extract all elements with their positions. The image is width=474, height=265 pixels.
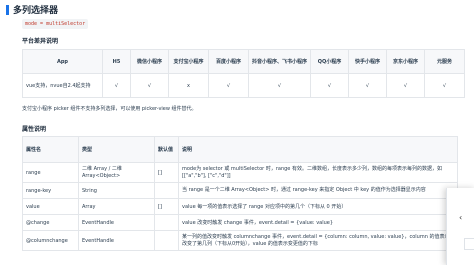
platform-cell: √ bbox=[208, 73, 249, 98]
platform-header-row: App H5 微信小程序 支付宝小程序 百度小程序 抖音小程序、飞书小程序 QQ… bbox=[22, 49, 465, 74]
page-title: 多列选择器 bbox=[13, 6, 59, 16]
table-row: range-key String 当 range 是一个二维 Array<Obj… bbox=[22, 182, 458, 199]
attr-type: EventHandle bbox=[78, 230, 155, 251]
floating-side-panel[interactable]: ‹ bbox=[446, 188, 474, 265]
platform-col-header: 百度小程序 bbox=[208, 49, 249, 74]
attr-default bbox=[154, 214, 179, 231]
attr-desc: value 改变时触发 change 事件，event.detail = {va… bbox=[178, 214, 458, 231]
platform-col-header: QQ小程序 bbox=[310, 49, 349, 74]
attributes-table: 属性名 类型 默认值 说明 range 二维 Array / 二维 Array<… bbox=[22, 136, 458, 251]
side-toggle-button[interactable] bbox=[464, 238, 474, 250]
platform-col-header: 支付宝小程序 bbox=[168, 49, 209, 74]
platform-cell: x bbox=[168, 73, 209, 98]
page-title-row: 多列选择器 bbox=[6, 3, 58, 16]
attr-desc: value 每一项的值表示选择了 range 对应项中的第几个（下标从 0 开始… bbox=[178, 198, 458, 215]
platform-support-row: vue支持，nvue自2.4起支持 √ √ x √ √ √ √ √ √ bbox=[22, 73, 465, 98]
mode-code-snippet: mode = multiSelector bbox=[22, 19, 89, 29]
attr-col-header: 属性名 bbox=[22, 136, 79, 163]
platform-col-header: 京东小程序 bbox=[386, 49, 425, 74]
attr-col-header: 类型 bbox=[78, 136, 155, 163]
platform-cell: √ bbox=[130, 73, 169, 98]
platform-cell: √ bbox=[386, 73, 425, 98]
table-row: range 二维 Array / 二维 Array<Object> [] mod… bbox=[22, 162, 458, 183]
platform-cell: vue支持，nvue自2.4起支持 bbox=[22, 73, 103, 98]
attr-desc: 某一列的值改变时触发 columnchange 事件，event.detail … bbox=[178, 230, 458, 251]
platform-cell: √ bbox=[248, 73, 311, 98]
platform-col-header: H5 bbox=[102, 49, 131, 74]
attr-desc: mode为 selector 或 multiSelector 时，range 有… bbox=[178, 162, 458, 183]
platform-cell: √ bbox=[310, 73, 349, 98]
attr-col-header: 默认值 bbox=[154, 136, 179, 163]
attr-type: Array bbox=[78, 198, 155, 215]
attr-type: EventHandle bbox=[78, 214, 155, 231]
attr-default bbox=[154, 230, 179, 251]
attr-default: [] bbox=[154, 162, 179, 183]
table-row: value Array [] value 每一项的值表示选择了 range 对应… bbox=[22, 198, 458, 215]
alipay-note: 支付宝小程序 picker 组件不支持多列选择，可以使用 picker-view… bbox=[22, 106, 197, 112]
attr-name: @change bbox=[22, 214, 79, 231]
platform-col-header: 微信小程序 bbox=[130, 49, 169, 74]
attr-default: [] bbox=[154, 198, 179, 215]
attr-section-title: 属性说明 bbox=[22, 126, 47, 133]
platform-col-header: 抖音小程序、飞书小程序 bbox=[248, 49, 311, 74]
attr-type: String bbox=[78, 182, 155, 199]
platform-table: App H5 微信小程序 支付宝小程序 百度小程序 抖音小程序、飞书小程序 QQ… bbox=[22, 49, 465, 98]
attr-name: range bbox=[22, 162, 79, 183]
attr-name: value bbox=[22, 198, 79, 215]
attr-type: 二维 Array / 二维 Array<Object> bbox=[78, 162, 155, 183]
attr-header-row: 属性名 类型 默认值 说明 bbox=[22, 136, 458, 163]
platform-col-header: App bbox=[22, 49, 103, 74]
title-accent-bar bbox=[6, 4, 9, 15]
attr-name: @columnchange bbox=[22, 230, 79, 251]
platform-cell: √ bbox=[102, 73, 131, 98]
attr-name: range-key bbox=[22, 182, 79, 199]
platform-cell: √ bbox=[348, 73, 387, 98]
table-row: @change EventHandle value 改变时触发 change 事… bbox=[22, 214, 458, 231]
platform-col-header: 快手小程序 bbox=[348, 49, 387, 74]
platform-section-title: 平台差异说明 bbox=[22, 38, 59, 45]
platform-cell: √ bbox=[424, 73, 465, 98]
table-row: @columnchange EventHandle 某一列的值改变时触发 col… bbox=[22, 230, 458, 251]
attr-col-header: 说明 bbox=[178, 136, 458, 163]
attr-desc: 当 range 是一个二维 Array<Object> 时，通过 range-k… bbox=[178, 182, 458, 199]
platform-col-header: 元服务 bbox=[424, 49, 465, 74]
chevron-left-icon[interactable]: ‹ bbox=[459, 213, 462, 222]
attr-default bbox=[154, 182, 179, 199]
